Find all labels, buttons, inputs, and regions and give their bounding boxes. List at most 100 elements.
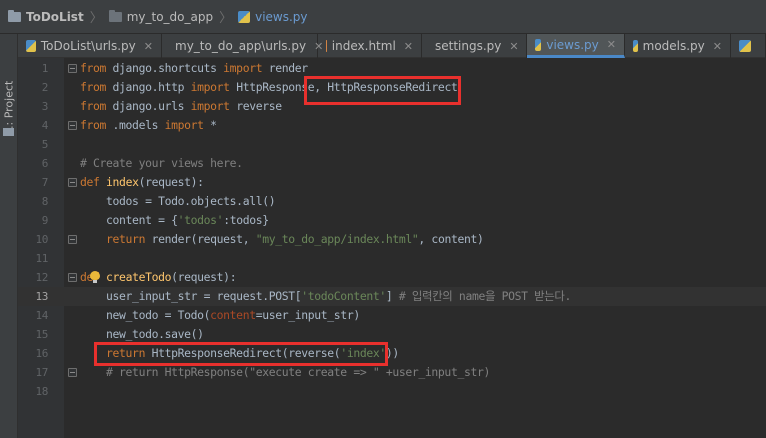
- python-file-icon: [26, 40, 36, 52]
- line-number: 10: [35, 233, 48, 246]
- line-number: 9: [41, 214, 49, 227]
- project-tool-button[interactable]: 1: Project: [1, 76, 17, 134]
- close-icon[interactable]: ✕: [713, 40, 722, 53]
- breadcrumb-project-label: ToDoList: [26, 9, 84, 24]
- fold-marker-icon[interactable]: [68, 64, 77, 73]
- code-line[interactable]: 5: [18, 135, 766, 154]
- code-line[interactable]: 14 new_todo = Todo(content=user_input_st…: [18, 306, 766, 325]
- line-number: 14: [35, 309, 48, 322]
- code-text: def index(request):: [80, 175, 204, 189]
- breadcrumb-folder-label: my_to_do_app: [126, 9, 214, 24]
- code-text: user_input_str = request.POST['todoConte…: [80, 289, 572, 303]
- line-number: 15: [35, 328, 48, 341]
- code-text: return render(request, "my_to_do_app/ind…: [106, 232, 484, 246]
- tab-label: my_to_do_app\urls.py: [175, 39, 307, 53]
- line-number: 13: [35, 290, 48, 303]
- code-text: content = {'todos':todos}: [80, 213, 269, 227]
- code-text: from django.shortcuts import render: [80, 61, 308, 75]
- python-file-icon: [633, 40, 638, 52]
- code-lines: 1 from django.shortcuts import render 2 fro…: [18, 59, 766, 401]
- close-icon[interactable]: ✕: [607, 38, 616, 51]
- html-file-icon: [326, 40, 327, 52]
- line-number: 7: [41, 176, 49, 189]
- breadcrumb-file[interactable]: views.py: [234, 0, 311, 34]
- tab-label: ToDoList\urls.py: [40, 39, 136, 53]
- code-line[interactable]: 17 # return HttpResponse("execute create…: [18, 363, 766, 382]
- folder-icon: [8, 9, 21, 22]
- tab-label: settings.py: [435, 39, 502, 53]
- breadcrumb-folder[interactable]: my_to_do_app: [105, 0, 217, 34]
- fold-marker-icon[interactable]: [68, 121, 77, 130]
- python-file-icon: [739, 40, 751, 52]
- tab-models[interactable]: models.py ✕: [625, 34, 731, 58]
- fold-marker-icon[interactable]: [68, 178, 77, 187]
- breadcrumb-separator: 〉: [219, 11, 233, 26]
- code-line[interactable]: 8 todos = Todo.objects.all(): [18, 192, 766, 211]
- code-text: # Create your views here.: [80, 156, 243, 170]
- code-text: new_todo.save(): [80, 327, 204, 341]
- breadcrumb-project[interactable]: ToDoList: [4, 0, 88, 34]
- line-number: 12: [35, 271, 48, 284]
- code-text: from .models import *: [80, 118, 217, 132]
- code-text: from django.urls import reverse: [80, 99, 282, 113]
- code-text: return HttpResponseRedirect(reverse('ind…: [106, 346, 399, 360]
- close-icon[interactable]: ✕: [144, 40, 153, 53]
- tab-index-html[interactable]: index.html ✕: [318, 34, 422, 58]
- code-editor[interactable]: 1 from django.shortcuts import render 2 fro…: [18, 58, 766, 438]
- tab-overflow[interactable]: [731, 34, 766, 58]
- line-number: 5: [41, 138, 49, 151]
- tab-todolist-urls[interactable]: ToDoList\urls.py ✕: [18, 34, 162, 58]
- code-line[interactable]: 13 user_input_str = request.POST['todoCo…: [18, 287, 766, 306]
- code-line[interactable]: 10 return render(request, "my_to_do_app/…: [18, 230, 766, 249]
- tab-views[interactable]: views.py ✕: [527, 34, 625, 58]
- python-file-icon: [238, 10, 251, 23]
- code-line[interactable]: 16 return HttpResponseRedirect(reverse('…: [18, 344, 766, 363]
- tab-label: models.py: [642, 39, 705, 53]
- breadcrumb-file-label: views.py: [255, 9, 308, 24]
- line-number: 11: [35, 252, 48, 265]
- tab-label: index.html: [331, 39, 396, 53]
- line-number: 8: [41, 195, 49, 208]
- line-number: 18: [35, 385, 48, 398]
- navigation-bar: ToDoList 〉 my_to_do_app 〉 views.py: [0, 0, 766, 34]
- code-line[interactable]: 15 new_todo.save(): [18, 325, 766, 344]
- code-text: def createTodo(request):: [80, 270, 237, 284]
- line-number: 3: [41, 100, 49, 113]
- code-line[interactable]: 12 def createTodo(request):: [18, 268, 766, 287]
- fold-marker-icon[interactable]: [68, 273, 77, 282]
- tab-app-urls[interactable]: my_to_do_app\urls.py ✕: [162, 34, 323, 58]
- project-tool-label: 1: Project: [2, 80, 16, 133]
- code-text: new_todo = Todo(content=user_input_str): [80, 308, 360, 322]
- code-text: # return HttpResponse("execute create =>…: [106, 365, 490, 379]
- code-line[interactable]: 1 from django.shortcuts import render: [18, 59, 766, 78]
- code-line[interactable]: 7 def index(request):: [18, 173, 766, 192]
- line-number: 2: [41, 81, 49, 94]
- code-text: from django.http import HttpResponse, Ht…: [80, 80, 458, 94]
- code-line[interactable]: 18: [18, 382, 766, 401]
- code-line[interactable]: 9 content = {'todos':todos}: [18, 211, 766, 230]
- tab-settings[interactable]: settings.py ✕: [422, 34, 527, 58]
- code-line[interactable]: 11: [18, 249, 766, 268]
- line-number: 1: [41, 62, 49, 75]
- folder-icon: [3, 128, 14, 136]
- tab-label: views.py: [546, 37, 599, 52]
- python-file-icon: [535, 38, 542, 51]
- line-number: 17: [35, 366, 48, 379]
- code-line[interactable]: 3 from django.urls import reverse: [18, 97, 766, 116]
- code-line[interactable]: 4 from .models import *: [18, 116, 766, 135]
- code-line[interactable]: 6 # Create your views here.: [18, 154, 766, 173]
- lightbulb-icon[interactable]: [90, 271, 100, 283]
- close-icon[interactable]: ✕: [509, 40, 518, 53]
- breadcrumb-separator: 〉: [89, 11, 103, 26]
- tool-window-strip: 1: Project: [0, 34, 18, 438]
- editor-tabs: ToDoList\urls.py ✕ my_to_do_app\urls.py …: [18, 34, 766, 58]
- code-text: todos = Todo.objects.all(): [80, 194, 276, 208]
- line-number: 16: [35, 347, 48, 360]
- folder-icon: [108, 9, 122, 22]
- fold-marker-icon[interactable]: [68, 368, 77, 377]
- fold-marker-icon[interactable]: [68, 235, 77, 244]
- close-icon[interactable]: ✕: [404, 40, 413, 53]
- line-number: 6: [41, 157, 49, 170]
- line-number: 4: [41, 119, 49, 132]
- code-line[interactable]: 2 from django.http import HttpResponse, H…: [18, 78, 766, 97]
